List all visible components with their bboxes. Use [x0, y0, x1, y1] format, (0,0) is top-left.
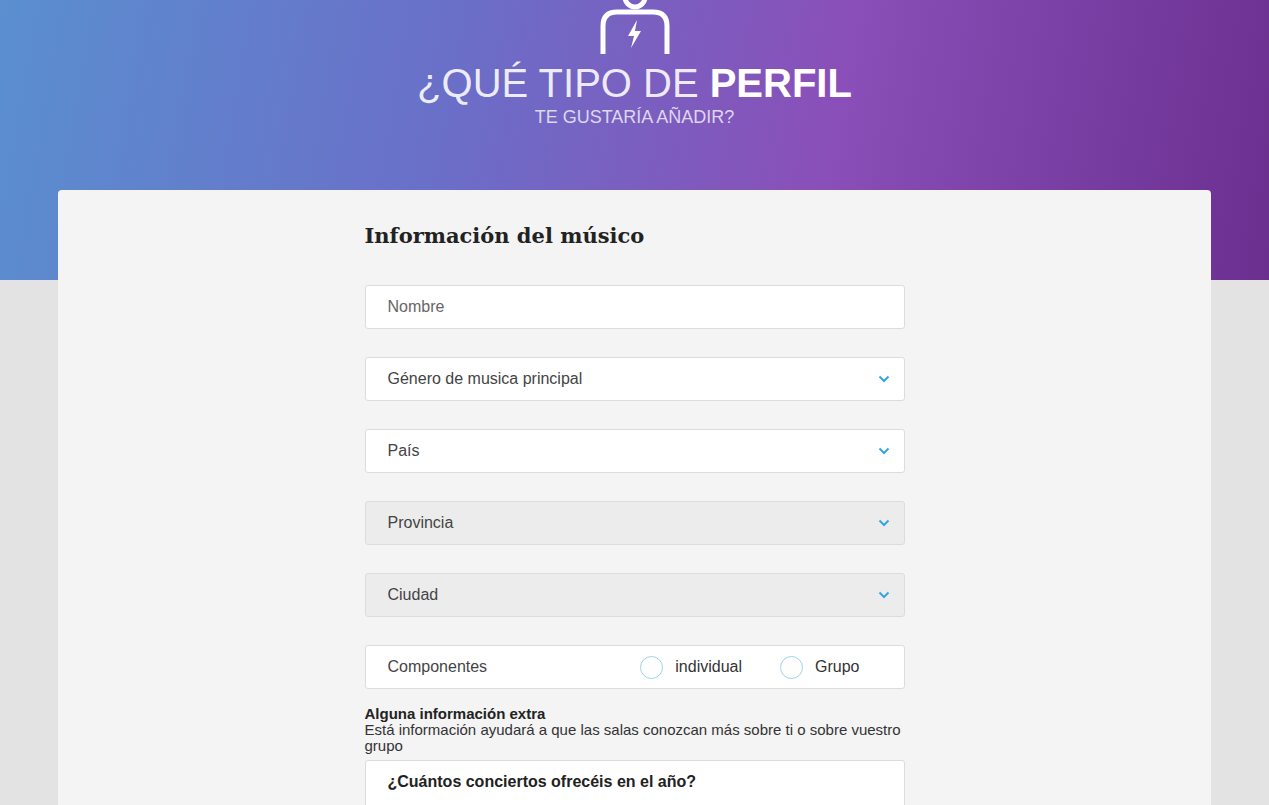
page-subtitle: TE GUSTARÍA AÑADIR? [535, 106, 735, 128]
musician-profile-icon [599, 0, 671, 54]
extra-title: Alguna información extra [365, 706, 905, 722]
radio-circle-icon[interactable] [640, 656, 663, 679]
extra-info: Alguna información extraEstá información… [365, 706, 905, 754]
select-field: Ciudad [365, 573, 905, 617]
select-field: Provincia [365, 501, 905, 545]
name-input[interactable]: Nombre [365, 285, 905, 329]
musician-form: Información del músico Nombre Género de mu… [365, 222, 905, 805]
form-card: Información del músico Nombre Género de mu… [58, 190, 1211, 805]
extra-description: Está información ayudará a que las salas… [365, 722, 905, 754]
component-radio[interactable]: individual [640, 656, 742, 679]
component-radio[interactable]: Grupo [780, 656, 859, 679]
form-heading: Información del músico [365, 222, 905, 250]
chevron-down-icon [878, 591, 890, 599]
chevron-down-icon [878, 519, 890, 527]
chevron-down-icon [878, 375, 890, 383]
page: ¿QUÉ TIPO DEPERFILTE GUSTARÍA AÑADIR? Inf… [0, 0, 1269, 805]
select-field[interactable]: Género de musica principal [365, 357, 905, 401]
chevron-down-icon [878, 447, 890, 455]
page-title: ¿QUÉ TIPO DEPERFIL [417, 60, 852, 106]
components-field: ComponentesindividualGrupo [365, 645, 905, 689]
select-field[interactable]: País [365, 429, 905, 473]
hero-banner: ¿QUÉ TIPO DEPERFILTE GUSTARÍA AÑADIR? [0, 0, 1269, 190]
question-field[interactable]: ¿Cuántos conciertos ofrecéis en el año? [365, 760, 905, 805]
radio-circle-icon[interactable] [780, 656, 803, 679]
